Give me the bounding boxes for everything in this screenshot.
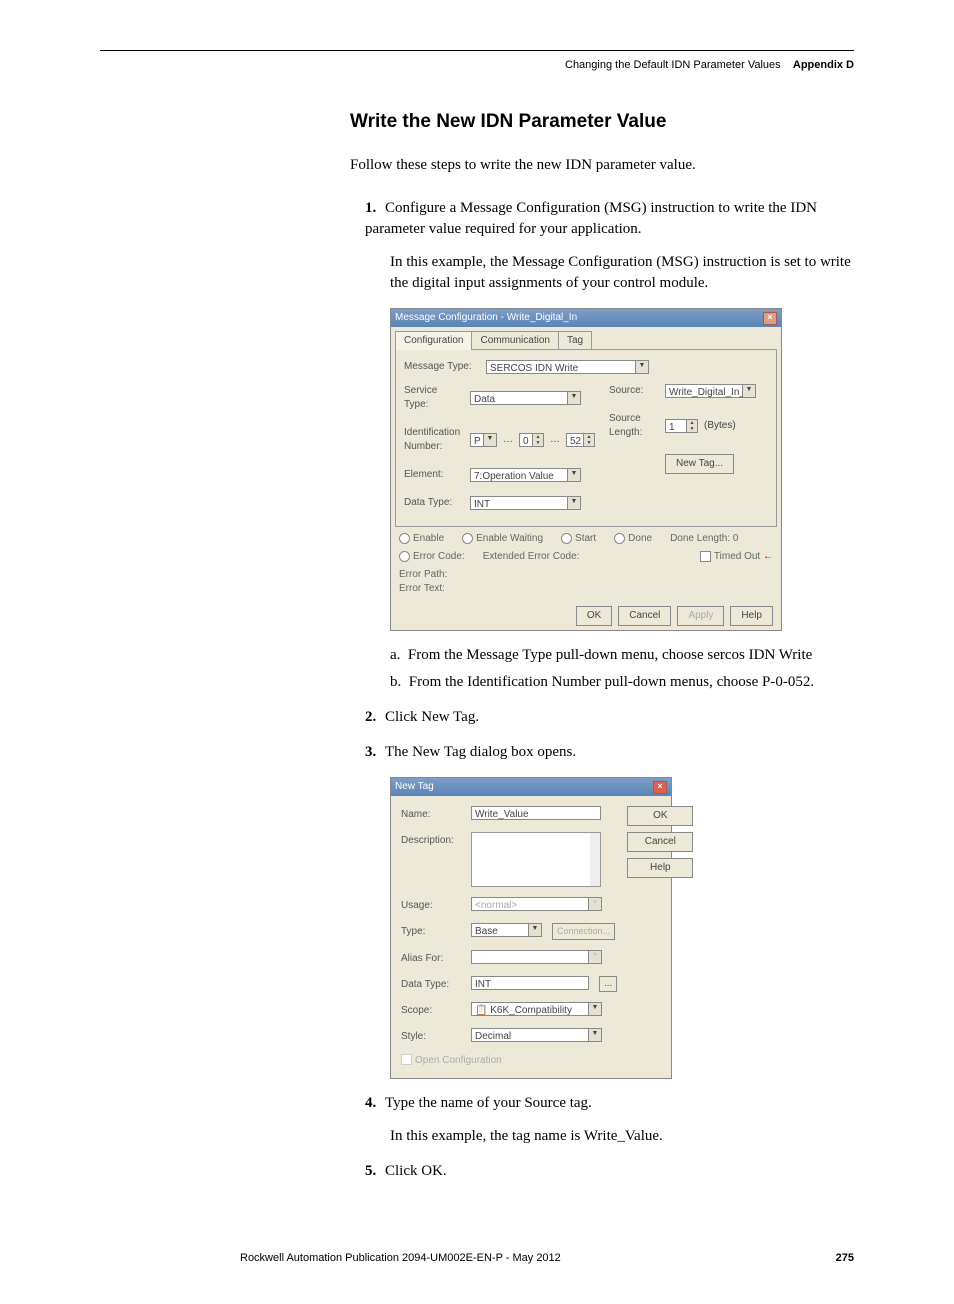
dialog-titlebar: Message Configuration - Write_Digital_In… [391,309,781,327]
id-p-dropdown[interactable]: P▼ [470,433,497,447]
nt-type-dropdown[interactable]: Base▼ [471,923,542,937]
nt-cancel-button[interactable]: Cancel [627,832,693,852]
status-done: Done [614,532,652,546]
nt-desc-field[interactable] [471,832,601,887]
status-timed-out[interactable]: Timed Out ← [700,550,773,564]
nt-desc-label: Description: [401,832,461,848]
step4-para: In this example, the tag name is Write_V… [390,1126,854,1147]
nt-type-label: Type: [401,923,461,939]
nt-usage-label: Usage: [401,897,461,913]
source-len-label: Source Length: [609,412,659,440]
nt-scope-label: Scope: [401,1002,461,1018]
data-type-dropdown[interactable]: INT▼ [470,496,581,510]
nt-datatype-browse[interactable]: ... [599,976,617,992]
apply-button[interactable]: Apply [677,606,724,626]
status-enable-waiting: Enable Waiting [462,532,543,546]
source-len-spinner[interactable]: 1▲▼ [665,419,698,433]
service-type-dropdown[interactable]: Data▼ [470,391,581,405]
new-tag-dialog: New Tag × Name: Write_Value Description: [390,777,672,1079]
msg-type-dropdown[interactable]: SERCOS IDN Write▼ [486,360,649,374]
msg-config-dialog: Message Configuration - Write_Digital_In… [390,308,782,631]
nt-scope-dropdown[interactable]: 📋 K6K_Compatibility▼ [471,1002,602,1016]
footer-pub: Rockwell Automation Publication 2094-UM0… [240,1252,561,1264]
error-path: Error Path: [399,568,773,582]
step1-text: Configure a Message Configuration (MSG) … [365,200,817,237]
page-header: Changing the Default IDN Parameter Value… [100,59,854,71]
nt-name-label: Name: [401,806,461,822]
step5-text: Click OK. [385,1163,447,1179]
section-title: Write the New IDN Parameter Value [350,111,854,133]
step2-text: Click New Tag. [385,709,479,725]
status-error-code: Error Code: [399,550,465,564]
step1b: b. From the Identification Number pull-d… [390,672,854,693]
step3-text: The New Tag dialog box opens. [385,744,576,760]
nt-datatype-field[interactable]: INT [471,976,589,990]
status-ext-error: Extended Error Code: [483,550,580,564]
intro-text: Follow these steps to write the new IDN … [350,155,854,176]
nt-datatype-label: Data Type: [401,976,461,992]
nt-name-field[interactable]: Write_Value [471,806,601,820]
step4-text: Type the name of your Source tag. [385,1095,592,1111]
nt-ok-button[interactable]: OK [627,806,693,826]
element-label: Element: [404,468,464,482]
data-type-label: Data Type: [404,496,464,510]
step1-para: In this example, the Message Configurati… [390,252,854,294]
nt-help-button[interactable]: Help [627,858,693,878]
nt-connection-button: Connection... [552,923,615,940]
nt-style-label: Style: [401,1028,461,1044]
tab-tag[interactable]: Tag [558,331,592,350]
nt-alias-dropdown: ▼ [471,950,602,964]
nt-usage-dropdown: <normal>▼ [471,897,602,911]
new-tag-titlebar: New Tag × [391,778,671,796]
nt-style-dropdown[interactable]: Decimal▼ [471,1028,602,1042]
msg-type-label: Message Type: [404,360,480,374]
id-0-spinner[interactable]: 0▲▼ [519,433,544,447]
footer-page: 275 [836,1252,854,1264]
cancel-button[interactable]: Cancel [618,606,671,626]
tab-communication[interactable]: Communication [471,331,558,350]
id-52-spinner[interactable]: 52▲▼ [566,433,595,447]
element-dropdown[interactable]: 7:Operation Value▼ [470,468,581,482]
id-number-label: Identification Number: [404,426,464,454]
service-type-label: Service Type: [404,384,464,412]
source-dropdown[interactable]: Write_Digital_In_1▼ [665,384,756,398]
step1a: a. From the Message Type pull-down menu,… [390,645,854,666]
nt-alias-label: Alias For: [401,950,461,966]
error-text: Error Text: [399,582,773,596]
close-icon[interactable]: × [763,312,777,325]
status-enable: Enable [399,532,444,546]
ok-button[interactable]: OK [576,606,612,626]
source-label: Source: [609,384,659,398]
tab-configuration[interactable]: Configuration [395,331,472,350]
status-done-length: Done Length: 0 [670,532,738,546]
close-icon[interactable]: × [653,781,667,794]
new-tag-button[interactable]: New Tag... [665,454,734,474]
status-start: Start [561,532,596,546]
help-button[interactable]: Help [730,606,773,626]
nt-open-config: Open Configuration [401,1054,617,1068]
